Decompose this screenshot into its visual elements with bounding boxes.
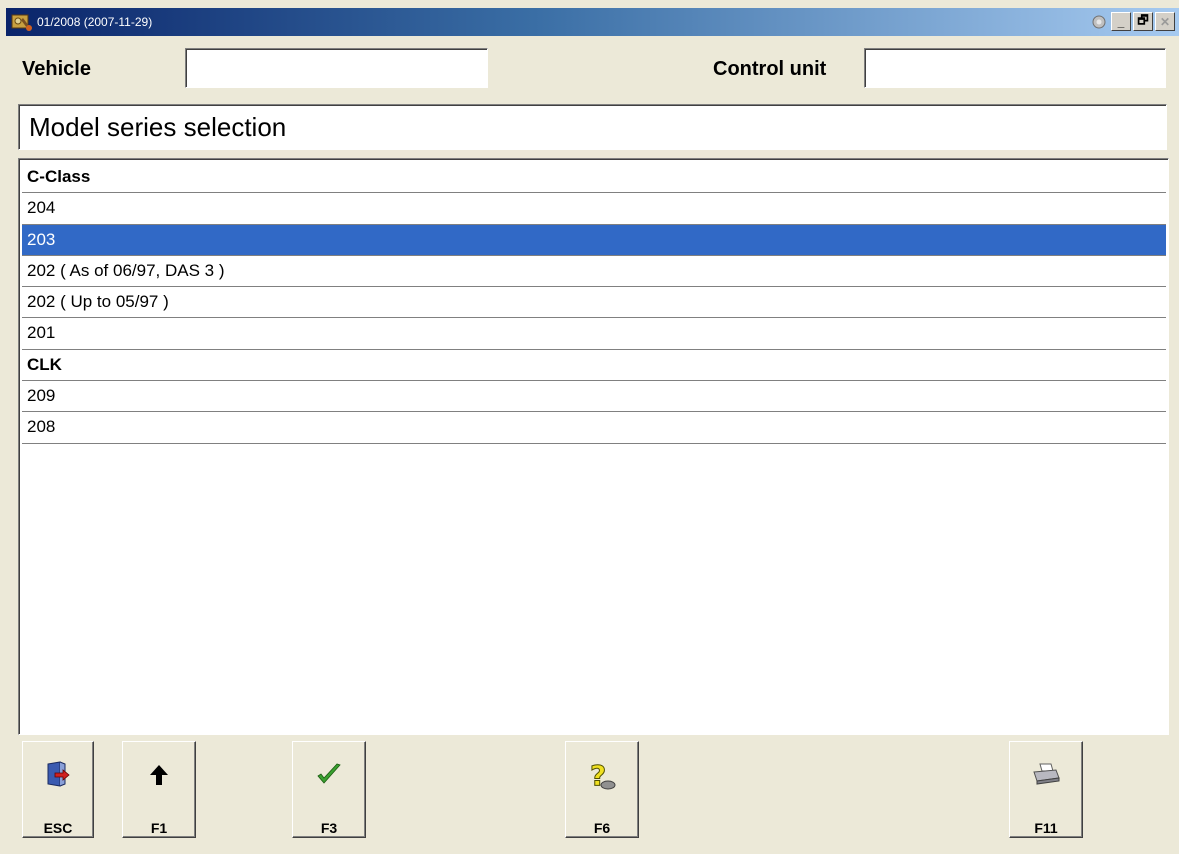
close-button[interactable]: ✕: [1155, 12, 1175, 31]
window-title: 01/2008 (2007-11-29): [37, 15, 153, 29]
esc-button[interactable]: ESC: [22, 741, 94, 838]
list-item[interactable]: 202 ( Up to 05/97 ): [22, 287, 1166, 319]
list-group-header: C-Class: [22, 162, 1166, 194]
f11-button[interactable]: F11: [1009, 741, 1083, 838]
list-item-selected[interactable]: 203: [22, 224, 1166, 256]
f3-button[interactable]: F3: [292, 741, 366, 838]
header-row: Vehicle Control unit: [8, 44, 1168, 94]
settings-gear-icon[interactable]: [1089, 12, 1109, 31]
minimize-button[interactable]: _: [1111, 12, 1131, 31]
vehicle-label: Vehicle: [22, 58, 91, 80]
list-group-header: CLK: [22, 350, 1166, 382]
esc-key-label: ESC: [43, 820, 73, 836]
f11-key-label: F11: [1034, 820, 1058, 836]
section-title: Model series selection: [18, 104, 1167, 150]
printer-icon: [1010, 748, 1082, 802]
vehicle-field[interactable]: [185, 48, 488, 88]
list-item[interactable]: 204: [22, 193, 1166, 225]
arrow-up-icon: [123, 748, 195, 802]
f1-button[interactable]: F1: [122, 741, 196, 838]
f6-button[interactable]: ? F6: [565, 741, 639, 838]
f1-key-label: F1: [150, 820, 168, 836]
title-bar[interactable]: 01/2008 (2007-11-29) _ 🗗 ✕: [6, 8, 1179, 36]
help-question-icon: ?: [566, 748, 638, 802]
list-item[interactable]: 209: [22, 381, 1166, 413]
list-item[interactable]: 201: [22, 318, 1166, 350]
control-unit-label: Control unit: [713, 58, 827, 80]
restore-button[interactable]: 🗗: [1133, 12, 1153, 31]
exit-door-icon: [23, 748, 93, 802]
f3-key-label: F3: [320, 820, 338, 836]
app-logo-icon: [9, 10, 35, 34]
control-unit-field[interactable]: [864, 48, 1166, 88]
list-item[interactable]: 208: [22, 412, 1166, 444]
list-item[interactable]: 202 ( As of 06/97, DAS 3 ): [22, 256, 1166, 288]
checkmark-icon: [293, 748, 365, 802]
model-series-list[interactable]: C-Class 204 203 202 ( As of 06/97, DAS 3…: [18, 158, 1169, 735]
f6-key-label: F6: [593, 820, 611, 836]
